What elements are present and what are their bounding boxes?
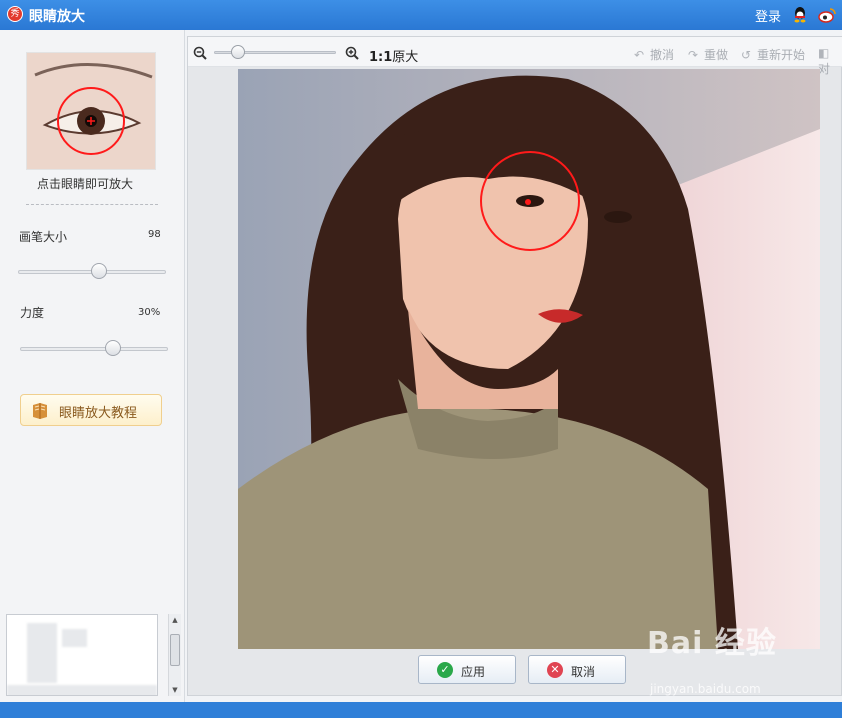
weibo-icon[interactable] <box>818 7 836 23</box>
compare-button[interactable]: ◧对 <box>818 46 842 77</box>
editor-area: 1:1原大 ↶ 撤消 ↷ 重做 ↺ 重新开始 ◧对 ✓ 应用 ✕ 取消 <box>187 36 842 696</box>
taskbar-strip <box>0 702 842 718</box>
scroll-down-icon[interactable]: ▼ <box>169 684 181 696</box>
thumbnail-scrollbar[interactable]: ▲ ▼ <box>168 614 181 696</box>
settings-panel: 点击眼睛即可放大 画笔大小 98 力度 30% 眼睛放大教程 ▲ ▼ <box>0 30 185 702</box>
strength-slider-handle[interactable] <box>105 340 121 356</box>
strength-label: 力度 <box>20 306 45 320</box>
divider <box>26 204 158 205</box>
apply-button[interactable]: ✓ 应用 <box>418 655 516 684</box>
undo-button[interactable]: ↶ 撤消 <box>634 46 674 63</box>
book-icon <box>33 403 47 419</box>
photo-canvas[interactable] <box>238 69 820 649</box>
click-eye-hint: 点击眼睛即可放大 <box>36 177 133 191</box>
eye-preview-image <box>26 52 156 170</box>
actual-size-button[interactable]: 1:1原大 <box>369 46 418 65</box>
zoom-slider-handle[interactable] <box>231 45 245 59</box>
restart-button[interactable]: ↺ 重新开始 <box>741 46 805 63</box>
portrait-photo <box>238 69 820 649</box>
thumbnail-list[interactable] <box>6 614 158 696</box>
zoom-in-icon[interactable] <box>345 46 359 60</box>
zoom-out-icon[interactable] <box>193 46 207 60</box>
apply-button-label: 应用 <box>461 665 486 679</box>
qq-icon[interactable] <box>792 6 808 23</box>
restart-icon: ↺ <box>741 48 752 62</box>
redo-button[interactable]: ↷ 重做 <box>688 46 728 63</box>
baidu-watermark: Bai 经验 <box>647 626 777 661</box>
brush-size-slider-handle[interactable] <box>91 263 107 279</box>
blurred-thumbnail <box>7 685 157 695</box>
login-link[interactable]: 登录 <box>755 6 781 25</box>
strength-slider[interactable] <box>20 347 168 351</box>
tutorial-button-label: 眼睛放大教程 <box>59 406 138 421</box>
check-icon: ✓ <box>437 662 453 678</box>
scrollbar-thumb[interactable] <box>170 634 180 666</box>
tutorial-button[interactable]: 眼睛放大教程 <box>20 394 162 426</box>
brush-size-value: 98 <box>148 229 161 240</box>
cancel-button-label: 取消 <box>571 665 596 679</box>
window-title: 眼睛放大 <box>29 9 85 25</box>
app-logo-icon: 秀 <box>7 6 23 22</box>
blurred-thumbnail <box>27 623 57 683</box>
scroll-up-icon[interactable]: ▲ <box>169 614 181 626</box>
strength-value: 30% <box>138 307 161 318</box>
blurred-thumbnail <box>62 629 87 647</box>
editor-toolbar: 1:1原大 ↶ 撤消 ↷ 重做 ↺ 重新开始 ◧对 <box>188 37 842 76</box>
eye-enlarge-window: 点击眼睛即可放大 画笔大小 98 力度 30% 眼睛放大教程 ▲ ▼ 1:1原大… <box>0 30 842 702</box>
close-icon: ✕ <box>547 662 563 678</box>
undo-icon: ↶ <box>634 48 645 62</box>
title-bar: 秀 眼睛放大 登录 <box>0 0 842 30</box>
brush-size-label: 画笔大小 <box>19 230 68 244</box>
cancel-button[interactable]: ✕ 取消 <box>528 655 626 684</box>
compare-icon: ◧ <box>818 46 830 60</box>
redo-icon: ↷ <box>688 48 699 62</box>
eye-target-marker <box>525 199 531 205</box>
baidu-watermark-url: jingyan.baidu.com <box>650 682 761 696</box>
